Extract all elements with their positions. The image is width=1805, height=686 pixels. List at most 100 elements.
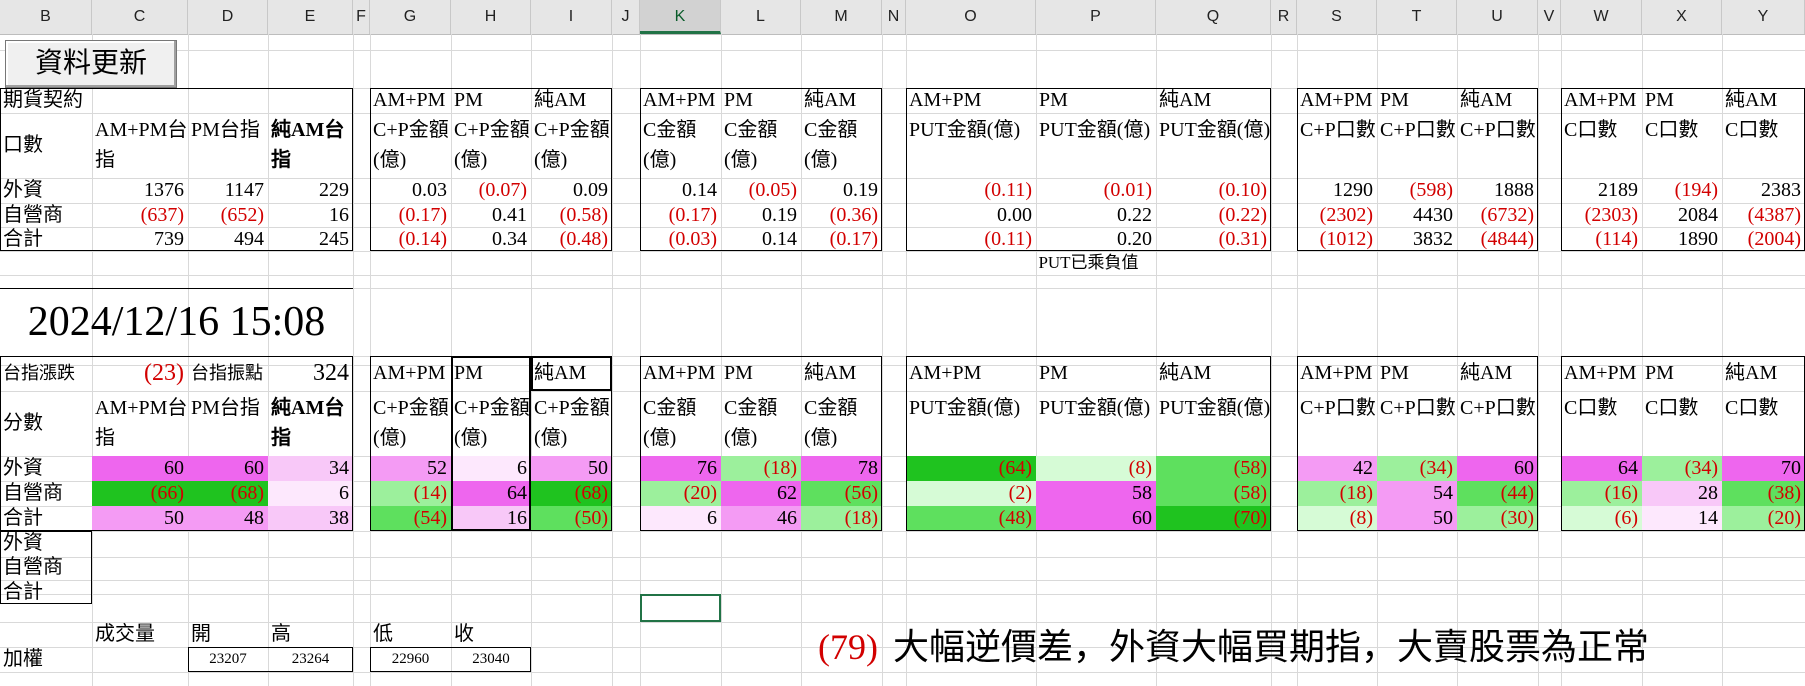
futures-lots-value[interactable]: 245: [268, 227, 353, 251]
option-score-2-value[interactable]: (70): [1156, 506, 1271, 531]
futures-lots-value[interactable]: 1376: [92, 178, 188, 203]
option-top-3-subheader[interactable]: C+P口數: [1457, 113, 1538, 178]
option-top-4-subheader[interactable]: C口數: [1642, 113, 1722, 178]
option-score-1-value[interactable]: (20): [640, 481, 721, 506]
row-label-score[interactable]: 分數: [0, 391, 92, 456]
option-top-0-subheader[interactable]: C+P金額(億): [451, 113, 531, 178]
option-score-3-value[interactable]: 60: [1457, 456, 1538, 481]
option-top-3-value[interactable]: (598): [1377, 178, 1457, 203]
option-top-2-subheader[interactable]: PUT金額(億): [1036, 113, 1156, 178]
option-top-1-subheader[interactable]: C金額(億): [721, 113, 801, 178]
option-score-0-value[interactable]: 52: [370, 456, 451, 481]
report-datetime[interactable]: 2024/12/16 15:08: [0, 288, 353, 356]
option-top-2-value[interactable]: 0.20: [1036, 227, 1156, 251]
option-score-1-period-header[interactable]: PM: [721, 356, 801, 391]
option-score-2-value[interactable]: (2): [906, 481, 1036, 506]
futures-score-value[interactable]: 60: [188, 456, 268, 481]
option-top-0-value[interactable]: 0.03: [370, 178, 451, 203]
row-label-lots[interactable]: 口數: [0, 113, 92, 178]
option-score-3-subheader[interactable]: C+P口數: [1457, 391, 1538, 456]
option-top-2-value[interactable]: (0.22): [1156, 203, 1271, 227]
option-top-0-period-header[interactable]: 純AM: [531, 88, 612, 113]
option-score-0-value[interactable]: (14): [370, 481, 451, 506]
column-header-x[interactable]: X: [1642, 0, 1722, 34]
option-score-2-subheader[interactable]: PUT金額(億): [1036, 391, 1156, 456]
option-top-3-value[interactable]: (6732): [1457, 203, 1538, 227]
column-header-d[interactable]: D: [188, 0, 268, 34]
futures-lots-value[interactable]: 1147: [188, 178, 268, 203]
option-top-0-value[interactable]: 0.09: [531, 178, 612, 203]
futures-header[interactable]: 純AM台指: [268, 113, 353, 178]
column-header-u[interactable]: U: [1457, 0, 1538, 34]
market-comment[interactable]: 大幅逆價差，外資大幅買期指，大賣股票為正常: [890, 622, 1805, 672]
option-score-1-value[interactable]: 78: [801, 456, 882, 481]
option-score-4-subheader[interactable]: C口數: [1561, 391, 1642, 456]
index-range-label[interactable]: 台指振點: [188, 356, 268, 391]
option-score-1-value[interactable]: 6: [640, 506, 721, 531]
column-header-q[interactable]: Q: [1156, 0, 1271, 34]
option-score-3-value[interactable]: (18): [1297, 481, 1377, 506]
option-top-4-value[interactable]: (2303): [1561, 203, 1642, 227]
column-header-h[interactable]: H: [451, 0, 531, 34]
option-score-4-value[interactable]: 14: [1642, 506, 1722, 531]
option-top-3-period-header[interactable]: 純AM: [1457, 88, 1538, 113]
option-top-0-value[interactable]: (0.48): [531, 227, 612, 251]
option-top-1-subheader[interactable]: C金額(億): [640, 113, 721, 178]
option-top-2-value[interactable]: 0.22: [1036, 203, 1156, 227]
option-top-2-value[interactable]: (0.10): [1156, 178, 1271, 203]
option-top-4-period-header[interactable]: 純AM: [1722, 88, 1805, 113]
option-top-1-period-header[interactable]: AM+PM: [640, 88, 721, 113]
row-label[interactable]: 外資: [0, 456, 92, 481]
option-top-3-period-header[interactable]: AM+PM: [1297, 88, 1377, 113]
market-value[interactable]: 23040: [451, 647, 531, 672]
column-header-l[interactable]: L: [721, 0, 801, 34]
option-score-2-value[interactable]: (58): [1156, 481, 1271, 506]
option-score-1-value[interactable]: 46: [721, 506, 801, 531]
option-score-0-period-header[interactable]: AM+PM: [370, 356, 451, 391]
option-score-3-subheader[interactable]: C+P口數: [1297, 391, 1377, 456]
option-top-4-value[interactable]: 2189: [1561, 178, 1642, 203]
market-header[interactable]: 收: [451, 622, 531, 647]
option-score-1-value[interactable]: (56): [801, 481, 882, 506]
option-top-1-value[interactable]: 0.14: [721, 227, 801, 251]
column-header-t[interactable]: T: [1377, 0, 1457, 34]
option-top-1-subheader[interactable]: C金額(億): [801, 113, 882, 178]
option-top-0-period-header[interactable]: PM: [451, 88, 531, 113]
option-top-4-subheader[interactable]: C口數: [1561, 113, 1642, 178]
option-top-4-period-header[interactable]: AM+PM: [1561, 88, 1642, 113]
option-top-0-value[interactable]: (0.17): [370, 203, 451, 227]
column-header-p[interactable]: P: [1036, 0, 1156, 34]
option-top-1-value[interactable]: (0.17): [640, 203, 721, 227]
market-value[interactable]: 22960: [370, 647, 451, 672]
column-header-s[interactable]: S: [1297, 0, 1377, 34]
option-top-0-value[interactable]: 0.41: [451, 203, 531, 227]
option-score-1-value[interactable]: (18): [721, 456, 801, 481]
option-top-4-value[interactable]: 2383: [1722, 178, 1805, 203]
option-score-1-subheader[interactable]: C金額(億): [721, 391, 801, 456]
option-score-3-period-header[interactable]: 純AM: [1457, 356, 1538, 391]
option-score-4-value[interactable]: (38): [1722, 481, 1805, 506]
option-score-0-period-header[interactable]: 純AM: [531, 356, 612, 391]
option-score-4-value[interactable]: 64: [1561, 456, 1642, 481]
option-top-0-value[interactable]: (0.07): [451, 178, 531, 203]
option-top-4-value[interactable]: (194): [1642, 178, 1722, 203]
option-top-1-period-header[interactable]: PM: [721, 88, 801, 113]
option-score-1-subheader[interactable]: C金額(億): [640, 391, 721, 456]
option-score-3-value[interactable]: 54: [1377, 481, 1457, 506]
option-score-0-subheader[interactable]: C+P金額(億): [451, 391, 531, 456]
option-top-2-period-header[interactable]: PM: [1036, 88, 1156, 113]
option-top-0-value[interactable]: (0.14): [370, 227, 451, 251]
option-score-0-value[interactable]: 64: [451, 481, 531, 506]
futures-lots-value[interactable]: (637): [92, 203, 188, 227]
option-score-1-value[interactable]: 76: [640, 456, 721, 481]
index-change-label[interactable]: 台指漲跌: [0, 356, 92, 391]
option-top-0-subheader[interactable]: C+P金額(億): [370, 113, 451, 178]
index-range-value[interactable]: 324: [268, 356, 353, 391]
option-top-2-value[interactable]: 0.00: [906, 203, 1036, 227]
futures-score-value[interactable]: (68): [188, 481, 268, 506]
option-top-4-value[interactable]: (4387): [1722, 203, 1805, 227]
futures-lots-value[interactable]: (652): [188, 203, 268, 227]
option-top-2-subheader[interactable]: PUT金額(億): [906, 113, 1036, 178]
option-score-4-value[interactable]: (20): [1722, 506, 1805, 531]
option-score-4-value[interactable]: (6): [1561, 506, 1642, 531]
